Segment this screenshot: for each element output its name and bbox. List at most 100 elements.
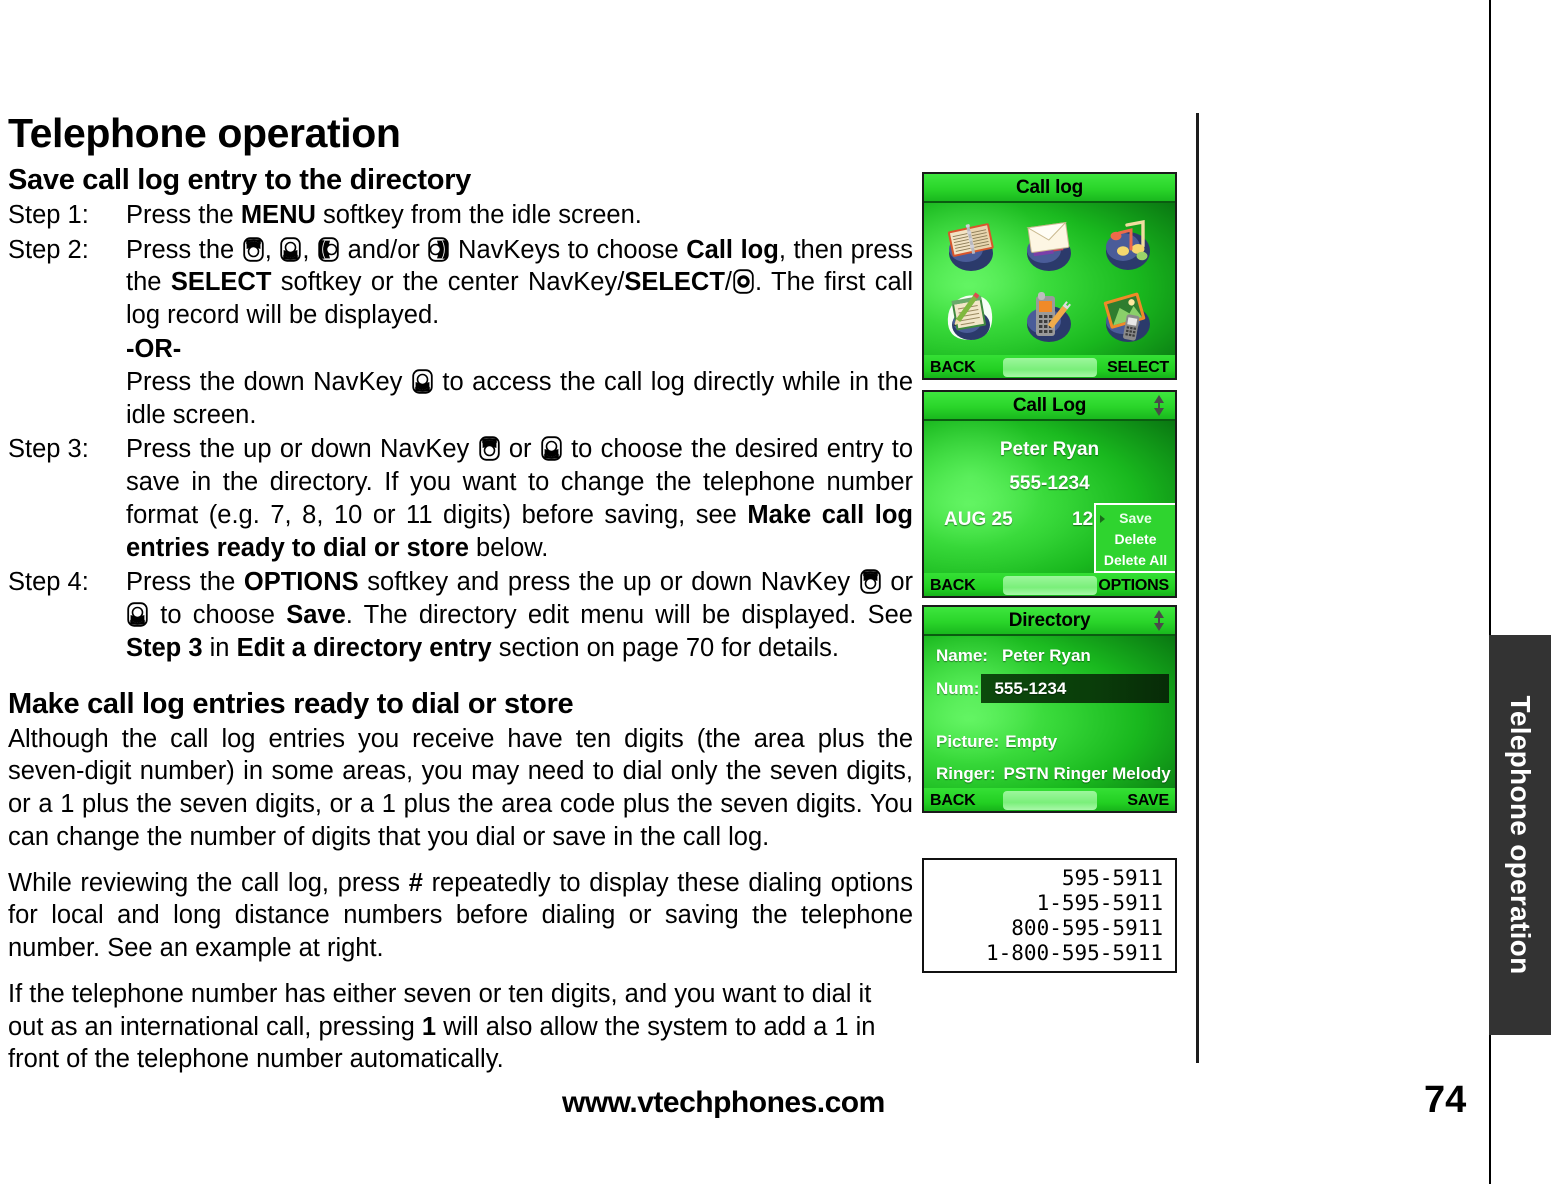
ringer-icon[interactable] xyxy=(1097,213,1159,275)
menu-icon-grid xyxy=(924,203,1175,355)
call-log-softkey-options[interactable]: OPTIONS xyxy=(1098,577,1169,595)
call-log-icon[interactable] xyxy=(940,284,1002,346)
step-3-text-1: Press the up or down NavKey xyxy=(126,435,478,464)
option-delete-all-label: Delete All xyxy=(1103,552,1168,568)
navkey-down-icon xyxy=(541,436,562,461)
step-3-text-4: below. xyxy=(468,533,549,562)
call-log-softkey-back[interactable]: BACK xyxy=(930,577,976,595)
directory-softkey-center[interactable] xyxy=(1002,791,1097,810)
navkey-up-icon xyxy=(478,436,500,461)
directory-num-label: Num: xyxy=(936,679,980,698)
directory-title: Directory xyxy=(1008,609,1091,631)
up-down-arrow-icon xyxy=(1152,395,1166,416)
manual-page: Telephone operation Telephone operation … xyxy=(0,0,1552,1184)
navkey-left-icon xyxy=(318,237,339,262)
select-softkey-ref-2: SELECT xyxy=(624,268,725,297)
chapter-side-tab-label: Telephone operation xyxy=(1505,695,1536,975)
step-4-text-2: softkey and press the up or down NavKey xyxy=(358,568,859,597)
menu-softkey-select[interactable]: SELECT xyxy=(1107,359,1169,377)
step-2-text-1: Press the xyxy=(126,235,242,264)
option-delete[interactable]: Delete xyxy=(1096,529,1175,550)
option-save[interactable]: Save xyxy=(1096,508,1175,529)
call-log-softkey-bar: BACK OPTIONS xyxy=(924,573,1175,596)
directory-num-value: 555-1234 xyxy=(994,679,1067,698)
directory-field-picture: Picture: Empty xyxy=(936,732,1057,752)
option-delete-label: Delete xyxy=(1114,531,1157,547)
step-3-label: Step 3: xyxy=(8,435,89,464)
page-title: Telephone operation xyxy=(8,110,401,156)
step-4-text-6: in xyxy=(202,633,237,662)
navkey-center-icon xyxy=(733,269,754,295)
one-key-ref: 1 xyxy=(421,1012,437,1041)
step3-crossref: Step 3 xyxy=(126,633,203,662)
directory-body: Name: Peter Ryan Num: 555-1234 Picture: Emp… xyxy=(924,636,1175,788)
call-log-softkey-center[interactable] xyxy=(1002,576,1097,595)
directory-title-bar: Directory xyxy=(924,607,1175,636)
lcd-line-4: 1-800-595-5911 xyxy=(985,941,1163,965)
footer-website-url: www.vtechphones.com xyxy=(562,1086,885,1119)
menu-screen-title: Call log xyxy=(1015,176,1083,198)
navkey-up-icon xyxy=(860,569,881,595)
navkey-down-icon xyxy=(412,369,433,394)
directory-softkey-back[interactable]: BACK xyxy=(930,792,976,810)
save-option-ref: Save xyxy=(286,601,346,630)
step-4-text-5: . The directory edit menu will be displa… xyxy=(345,601,913,630)
menu-softkey-center[interactable] xyxy=(1002,358,1097,377)
display-icon[interactable] xyxy=(1097,284,1159,346)
make-ready-paragraph-2: While reviewing the call log, press # re… xyxy=(8,867,913,965)
step-4: Step 4: Press the OPTIONS softkey and pr… xyxy=(8,566,913,664)
edit-directory-ref: Edit a directory entry xyxy=(236,633,492,662)
call-log-body: Peter Ryan 555-1234 AUG 25 12: Save Dele… xyxy=(924,421,1175,573)
call-log-ref: Call log xyxy=(686,235,779,264)
navkey-down-icon xyxy=(280,237,302,262)
up-down-arrow-icon xyxy=(1152,610,1166,631)
directory-softkey-save[interactable]: SAVE xyxy=(1127,792,1169,810)
menu-softkey-ref: MENU xyxy=(240,200,316,229)
step-4-text-1: Press the xyxy=(126,568,244,597)
directory-ringer-label: Ringer: xyxy=(936,764,996,783)
directory-field-num[interactable]: Num: 555-1234 xyxy=(936,679,1066,699)
step-1-text-b: softkey from the idle screen. xyxy=(315,200,642,229)
option-save-label: Save xyxy=(1119,510,1152,526)
text-column: Telephone operation Save call log entry … xyxy=(8,110,913,1077)
directory-name-value: Peter Ryan xyxy=(1001,646,1091,665)
step-2-text-4: and/or xyxy=(340,235,428,264)
directory-name-label: Name: xyxy=(936,646,988,665)
figure-menu-screen: Call log BACK SELECT xyxy=(922,172,1177,380)
make-ready-paragraph-1: Although the call log entries you receiv… xyxy=(8,724,913,851)
step-2-text-3: , xyxy=(302,235,318,264)
call-log-title: Call Log xyxy=(1012,394,1087,416)
directory-field-ringer: Ringer: PSTN Ringer Melody xyxy=(936,764,1171,784)
section-heading-save-call-log: Save call log entry to the directory xyxy=(8,164,472,197)
message-icon[interactable] xyxy=(1018,213,1080,275)
step-3: Step 3: Press the up or down NavKey or t… xyxy=(8,433,913,564)
directory-icon[interactable] xyxy=(940,213,1002,275)
step-2-alt-text-a: Press the down NavKey xyxy=(126,367,411,396)
step-2-text-5: NavKeys to choose xyxy=(450,235,687,264)
navkey-down-icon xyxy=(127,602,148,627)
footer-page-number: 74 xyxy=(1424,1079,1467,1121)
menu-screen-softkey-bar: BACK SELECT xyxy=(924,355,1175,378)
step-4-text-7: section on page 70 for details. xyxy=(491,633,839,662)
menu-softkey-back[interactable]: BACK xyxy=(930,359,976,377)
option-delete-all[interactable]: Delete All xyxy=(1096,550,1175,571)
section-heading-make-ready: Make call log entries ready to dial or s… xyxy=(8,687,574,720)
phone-settings-icon[interactable] xyxy=(1018,284,1080,346)
lcd-line-3: 800-595-5911 xyxy=(1011,916,1163,940)
column-divider xyxy=(1196,113,1199,1063)
directory-ringer-value: PSTN Ringer Melody xyxy=(1003,764,1171,783)
call-log-options-popup: Save Delete Delete All xyxy=(1094,503,1175,573)
step-2-body: Press the , , and/or NavKeys to choose C… xyxy=(126,234,913,332)
directory-picture-value: Empty xyxy=(1005,732,1058,751)
step-1: Step 1: Press the MENU softkey from the … xyxy=(8,199,913,232)
figure-call-log-screen: Call Log Peter Ryan 555-1234 AUG 25 12: … xyxy=(922,390,1177,598)
figure-lcd-dialing-options: 595-5911 1-595-5911 800-595-5911 1-800-5… xyxy=(922,858,1177,973)
step-1-label: Step 1: xyxy=(8,200,89,229)
menu-screen-title-bar: Call log xyxy=(924,174,1175,203)
step-3-body: Press the up or down NavKey or to choose… xyxy=(126,433,913,564)
step-4-text-3: or xyxy=(881,568,914,597)
step-2-label: Step 2: xyxy=(8,235,89,264)
or-separator: -OR- xyxy=(126,335,182,363)
step-2-alternative: Press the down NavKey to access the call… xyxy=(126,366,913,432)
make-ready-paragraph-3: If the telephone number has either seven… xyxy=(8,978,913,1076)
